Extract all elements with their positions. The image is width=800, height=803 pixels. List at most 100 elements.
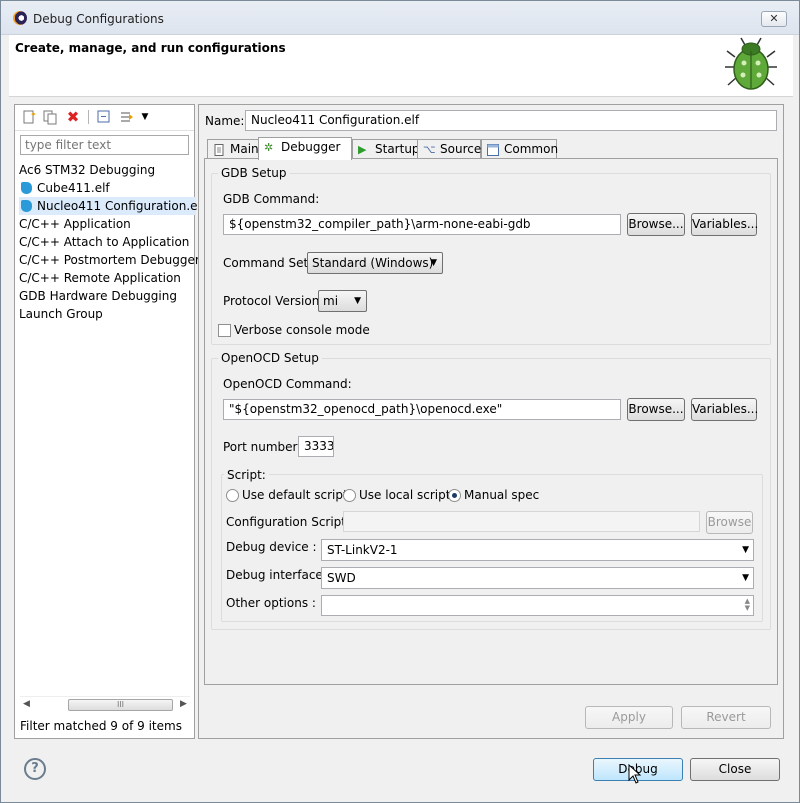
openocd-variables-button[interactable]: Variables... <box>691 398 758 421</box>
tab-main[interactable]: Main <box>207 139 259 160</box>
revert-button[interactable]: Revert <box>681 706 771 729</box>
chevron-down-icon: ▼ <box>354 296 361 306</box>
delete-icon[interactable]: ✖ <box>65 109 81 125</box>
other-options-label: Other options : <box>226 596 316 610</box>
configuration-editor: Name: Nucleo411 Configuration.elf Main ✲… <box>198 104 784 739</box>
tree-item-label: Launch Group <box>19 307 103 321</box>
openocd-browse-button[interactable]: Browse... <box>627 398 685 421</box>
config-script-label: Configuration Script: <box>226 515 351 529</box>
banner-title: Create, manage, and run configurations <box>15 41 286 55</box>
protocol-version-label: Protocol Version: <box>223 294 324 308</box>
scroll-left-icon[interactable]: ◀ <box>23 699 30 709</box>
apply-button[interactable]: Apply <box>585 706 673 729</box>
tab-debugger-label: Debugger <box>281 140 341 154</box>
eclipse-icon <box>13 11 27 25</box>
verbose-label: Verbose console mode <box>234 323 370 337</box>
script-browse-button[interactable]: Browse <box>706 511 753 534</box>
gdb-browse-button[interactable]: Browse... <box>627 213 685 236</box>
radio-local-script[interactable] <box>343 489 356 502</box>
local-script-label: Use local script <box>359 488 451 502</box>
collapse-all-icon[interactable] <box>96 109 112 125</box>
tree-item[interactable]: Ac6 STM32 Debugging <box>19 161 192 179</box>
openocd-command-input[interactable]: "${openstm32_openocd_path}\openocd.exe" <box>223 399 621 420</box>
radio-manual-spec[interactable] <box>448 489 461 502</box>
default-script-label: Use default script <box>242 488 348 502</box>
mouse-cursor-icon <box>628 763 642 789</box>
bug-tab-icon: ✲ <box>264 141 274 154</box>
command-set-value: Standard (Windows) <box>312 256 434 270</box>
scroll-right-icon[interactable]: ▶ <box>180 699 187 709</box>
manual-spec-label: Manual spec <box>464 488 540 502</box>
play-icon: ▶ <box>358 143 367 156</box>
debug-interface-value: SWD <box>327 571 356 585</box>
tree-horizontal-scrollbar[interactable]: ◀ III ▶ <box>20 696 190 712</box>
tab-startup-label: Startup <box>375 142 420 156</box>
debug-device-label: Debug device : <box>226 540 317 554</box>
script-title: Script: <box>224 468 269 482</box>
spinner-icon[interactable]: ▲ ▼ <box>745 598 750 612</box>
header-banner: Create, manage, and run configurations <box>9 35 793 97</box>
tab-common[interactable]: Common <box>481 139 558 160</box>
chevron-down-icon[interactable]: ▼ <box>137 109 153 125</box>
debug-interface-select[interactable]: SWD ▼ <box>321 567 754 589</box>
verbose-checkbox[interactable] <box>218 324 231 337</box>
tab-debugger[interactable]: ✲ Debugger <box>258 137 352 160</box>
configuration-tree-panel: ✦ ✖ ▼ Ac6 STM32 Debugging Cube411.elf Nucl… <box>14 104 205 739</box>
tree-item-label: Cube411.elf <box>37 181 110 195</box>
tree-item-label: C/C++ Attach to Application <box>19 235 190 249</box>
tab-startup[interactable]: ▶ Startup <box>352 139 420 160</box>
filter-icon[interactable] <box>119 109 135 125</box>
gdb-command-input[interactable]: ${openstm32_compiler_path}\arm-none-eabi… <box>223 214 621 235</box>
help-icon[interactable]: ? <box>24 758 46 780</box>
command-set-select[interactable]: Standard (Windows) ▼ <box>307 252 443 274</box>
tree-item-label: C/C++ Application <box>19 217 131 231</box>
chevron-down-icon: ▼ <box>742 545 749 555</box>
tree-item[interactable]: Nucleo411 Configuration.elf <box>19 197 205 215</box>
port-number-input[interactable]: 3333 <box>298 436 334 457</box>
config-script-input[interactable] <box>343 511 700 532</box>
name-label: Name: <box>205 114 245 128</box>
document-icon <box>213 144 225 156</box>
tree-item[interactable]: C/C++ Application <box>19 215 192 233</box>
filter-input[interactable] <box>20 135 189 155</box>
tree-item[interactable]: C/C++ Remote Application <box>19 269 192 287</box>
other-options-input[interactable]: ▲ ▼ <box>321 595 754 616</box>
config-tabs: Main ✲ Debugger ▶ Startup ⌥ Source Commo… <box>207 137 777 160</box>
openocd-setup-title: OpenOCD Setup <box>218 351 322 365</box>
debug-interface-label: Debug interface : <box>226 568 331 582</box>
scroll-thumb[interactable]: III <box>68 699 173 711</box>
debug-device-select[interactable]: ST-LinkV2-1 ▼ <box>321 539 754 561</box>
bug-icon <box>725 37 777 90</box>
tree-item[interactable]: Cube411.elf <box>19 179 192 197</box>
protocol-version-select[interactable]: mi ▼ <box>318 290 367 312</box>
tree-item[interactable]: GDB Hardware Debugging <box>19 287 192 305</box>
name-input[interactable]: Nucleo411 Configuration.elf <box>245 110 777 131</box>
launch-config-icon <box>21 200 32 212</box>
gdb-setup-title: GDB Setup <box>218 166 290 180</box>
tree-item-label: GDB Hardware Debugging <box>19 289 177 303</box>
tree-item[interactable]: C/C++ Attach to Application <box>19 233 192 251</box>
common-icon <box>487 144 499 156</box>
gdb-variables-button[interactable]: Variables... <box>691 213 758 236</box>
tree-item[interactable]: Launch Group <box>19 305 192 323</box>
gdb-command-label: GDB Command: <box>223 192 320 206</box>
port-number-label: Port number: <box>223 440 302 454</box>
debug-device-value: ST-LinkV2-1 <box>327 543 398 557</box>
tab-main-label: Main <box>230 142 259 156</box>
launch-config-icon <box>21 182 32 194</box>
protocol-version-value: mi <box>323 294 339 308</box>
duplicate-icon[interactable] <box>42 109 58 125</box>
configuration-tree: Ac6 STM32 Debugging Cube411.elf Nucleo411 … <box>19 161 205 323</box>
tree-item[interactable]: C/C++ Postmortem Debugger <box>19 251 200 269</box>
window-title: Debug Configurations <box>33 12 164 26</box>
close-window-button[interactable]: ✕ <box>761 11 787 27</box>
toolbar-separator <box>88 110 89 124</box>
new-configuration-icon[interactable]: ✦ <box>21 109 37 125</box>
tree-item-label: C/C++ Postmortem Debugger <box>19 253 200 267</box>
close-button[interactable]: Close <box>690 758 780 781</box>
tree-item-label: Ac6 STM32 Debugging <box>19 163 156 177</box>
radio-default-script[interactable] <box>226 489 239 502</box>
tab-source[interactable]: ⌥ Source <box>417 139 481 160</box>
svg-text:✦: ✦ <box>30 110 37 119</box>
tree-item-label: Nucleo411 Configuration.elf <box>37 199 206 213</box>
